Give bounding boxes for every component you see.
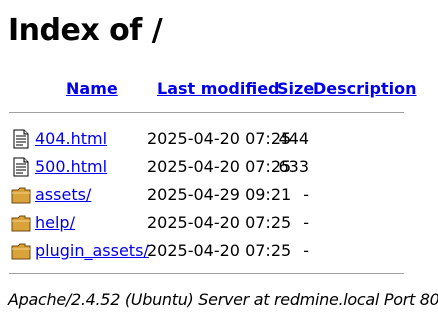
last-modified-cell: 2025-04-20 07:25 [147, 241, 292, 260]
text-file-icon [11, 157, 31, 177]
table-row: 404.html 2025-04-20 07:25 444 [0, 125, 438, 153]
sort-by-name-link[interactable]: Name [66, 78, 118, 100]
table-row: plugin_assets/ 2025-04-20 07:25 - [0, 237, 438, 265]
header-divider [9, 112, 404, 113]
size-cell: 633 [278, 157, 309, 176]
sort-by-last-modified-link[interactable]: Last modified [157, 78, 280, 100]
folder-link-plugin-assets[interactable]: plugin_assets/ [35, 240, 149, 262]
directory-listing: Name Last modified Size Description 404.… [0, 0, 438, 324]
folder-icon [11, 213, 31, 233]
file-link-500-html[interactable]: 500.html [35, 156, 107, 178]
folder-link-help[interactable]: help/ [35, 212, 75, 234]
sort-by-description-link[interactable]: Description [313, 78, 416, 100]
text-file-icon [11, 129, 31, 149]
size-cell: - [303, 185, 309, 204]
sort-by-size-link[interactable]: Size [277, 78, 314, 100]
folder-icon [11, 241, 31, 261]
size-cell: 444 [278, 129, 309, 148]
table-row: help/ 2025-04-20 07:25 - [0, 209, 438, 237]
table-row: 500.html 2025-04-20 07:25 633 [0, 153, 438, 181]
folder-icon [11, 185, 31, 205]
size-cell: - [303, 213, 309, 232]
last-modified-cell: 2025-04-20 07:25 [147, 157, 292, 176]
folder-link-assets[interactable]: assets/ [35, 184, 91, 206]
size-cell: - [303, 241, 309, 260]
last-modified-cell: 2025-04-29 09:21 [147, 185, 292, 204]
last-modified-cell: 2025-04-20 07:25 [147, 213, 292, 232]
server-signature: Apache/2.4.52 (Ubuntu) Server at redmine… [8, 290, 438, 309]
footer-divider [9, 273, 404, 274]
file-link-404-html[interactable]: 404.html [35, 128, 107, 150]
table-row: assets/ 2025-04-29 09:21 - [0, 181, 438, 209]
last-modified-cell: 2025-04-20 07:25 [147, 129, 292, 148]
